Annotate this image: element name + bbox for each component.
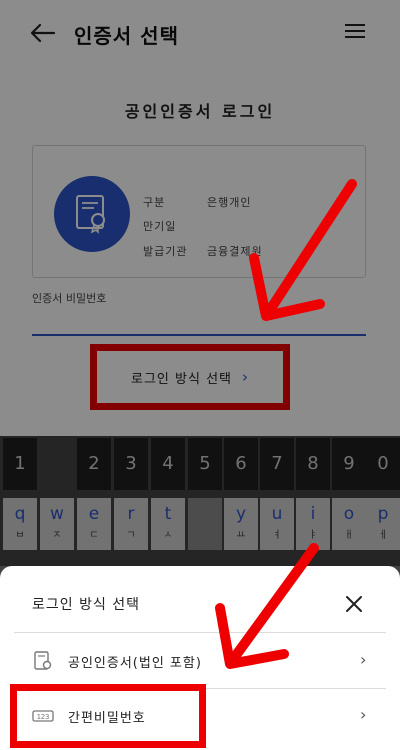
divider	[14, 632, 386, 633]
highlight-box	[10, 684, 206, 748]
option-certificate-label: 공인인증서(법인 포함)	[68, 656, 202, 671]
chevron-right-icon: ›	[360, 650, 367, 669]
option-certificate[interactable]: 공인인증서(법인 포함) ›	[14, 634, 386, 688]
close-icon	[346, 596, 362, 612]
chevron-right-icon: ›	[360, 705, 367, 724]
sheet-title: 로그인 방식 선택	[32, 597, 141, 613]
close-button[interactable]	[342, 592, 366, 616]
certificate-icon	[34, 651, 52, 670]
